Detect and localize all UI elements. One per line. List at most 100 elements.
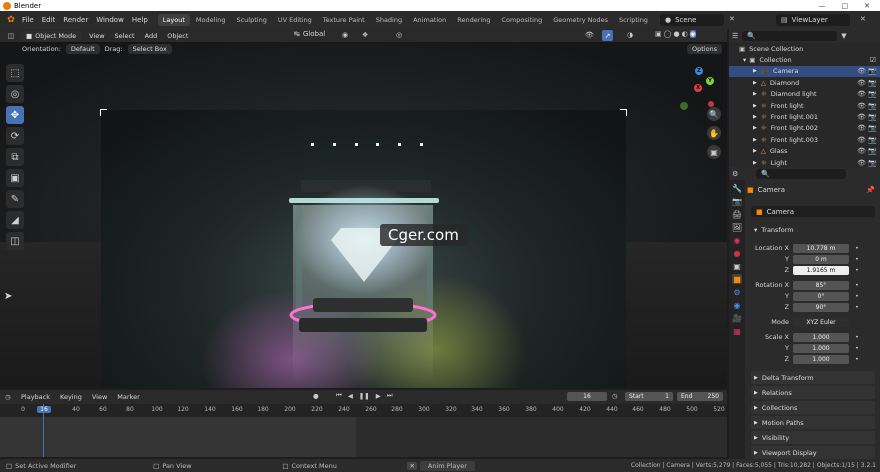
- timeline-track[interactable]: [0, 404, 727, 457]
- minimize-icon[interactable]: —: [819, 2, 826, 10]
- pan-hand-icon[interactable]: ✋: [707, 126, 721, 140]
- location-y-field[interactable]: 0 m: [793, 254, 849, 264]
- scale-y-field[interactable]: 1.000: [793, 343, 849, 353]
- maximize-icon[interactable]: □: [842, 2, 849, 10]
- options-button[interactable]: Options: [687, 44, 723, 54]
- keyframe-dot-icon[interactable]: •: [855, 333, 859, 341]
- tab-texture-paint[interactable]: Texture Paint: [318, 14, 370, 26]
- add-cube-tool-icon[interactable]: ◫: [6, 232, 24, 250]
- keyframe-dot-icon[interactable]: •: [855, 244, 859, 252]
- solid-shading-icon[interactable]: ●: [673, 30, 679, 38]
- camera-render-icon[interactable]: 📷: [868, 79, 877, 87]
- menu-window[interactable]: Window: [92, 16, 128, 24]
- scale-x-field[interactable]: 1.000: [793, 332, 849, 342]
- outliner-collection[interactable]: ▾ ▣ Collection ☑: [729, 54, 880, 65]
- panel-delta-transform[interactable]: ▶ Delta Transform: [751, 371, 875, 384]
- render-tab-icon[interactable]: 📷: [732, 196, 742, 206]
- blender-menu-icon[interactable]: ✿: [4, 15, 18, 25]
- keyframe-dot-icon[interactable]: •: [855, 292, 859, 300]
- outliner-item[interactable]: ▶ 🎥 Camera 👁 📷: [729, 65, 880, 78]
- expand-arrow-icon[interactable]: ▶: [753, 103, 757, 109]
- eye-icon[interactable]: 👁: [857, 147, 866, 155]
- tab-scripting[interactable]: Scripting: [614, 14, 653, 26]
- orientation-dropdown[interactable]: Default: [65, 44, 100, 54]
- view-layer-tab-icon[interactable]: 🖼: [732, 222, 742, 232]
- editor-type-icon[interactable]: ◫: [4, 32, 18, 40]
- expand-arrow-icon[interactable]: ▶: [753, 125, 757, 131]
- zoom-icon[interactable]: 🔍: [707, 107, 721, 121]
- expand-arrow-icon[interactable]: ▶: [753, 68, 757, 74]
- gizmo-x-axis[interactable]: X: [694, 84, 702, 92]
- tab-geometry-nodes[interactable]: Geometry Nodes: [548, 14, 613, 26]
- eye-icon[interactable]: 👁: [857, 124, 866, 132]
- pin-icon[interactable]: 📌: [866, 186, 875, 194]
- location-z-field[interactable]: 1.9165 m: [793, 265, 849, 275]
- gizmo-neg-y[interactable]: [680, 102, 688, 110]
- camera-render-icon[interactable]: 📷: [868, 102, 877, 110]
- jump-start-icon[interactable]: ⏮: [336, 391, 342, 400]
- measure-tool-icon[interactable]: ◢: [6, 211, 24, 229]
- properties-editor-icon[interactable]: ⚙: [732, 170, 738, 178]
- eye-icon[interactable]: 👁: [857, 90, 866, 98]
- outliner-search-input[interactable]: 🔍: [742, 31, 838, 41]
- close-scene-icon[interactable]: ✕: [729, 15, 735, 23]
- expand-arrow-icon[interactable]: ▶: [753, 91, 757, 97]
- outliner-scene-collection[interactable]: ▣ Scene Collection: [729, 43, 880, 54]
- tab-shading[interactable]: Shading: [371, 14, 407, 26]
- expand-arrow-icon[interactable]: ▶: [753, 114, 757, 120]
- gizmo-y-axis[interactable]: Y: [706, 77, 714, 85]
- rotation-x-field[interactable]: 85°: [793, 280, 849, 290]
- expand-arrow-icon[interactable]: ▾: [743, 56, 746, 64]
- keyframe-dot-icon[interactable]: •: [855, 344, 859, 352]
- panel-relations[interactable]: ▶ Relations: [751, 386, 875, 399]
- transform-tool-icon[interactable]: ▣: [6, 169, 24, 187]
- rotate-tool-icon[interactable]: ⟳: [6, 127, 24, 145]
- outliner-item[interactable]: ▶ ☼ Front light.003 👁 📷: [729, 134, 880, 145]
- 3d-viewport[interactable]: Cger.com ⬚ ◎ ✥ ⟳ ⧉ ▣ ✎ ◢ ◫ ➤ Z Y X 🔍 ✋ ▣: [0, 42, 727, 388]
- current-frame-field[interactable]: 16: [567, 392, 607, 401]
- drag-dropdown[interactable]: Select Box: [127, 44, 172, 54]
- current-frame-marker[interactable]: 16: [37, 406, 51, 413]
- playhead[interactable]: [43, 404, 44, 457]
- pivot-icon[interactable]: ◉: [342, 31, 348, 39]
- timeline-menu-playback[interactable]: Playback: [16, 393, 55, 401]
- view-layer-selector[interactable]: ▤ ViewLayer: [776, 14, 850, 26]
- expand-arrow-icon[interactable]: ▶: [753, 148, 757, 154]
- wireframe-shading-icon[interactable]: ◯: [664, 30, 672, 38]
- camera-render-icon[interactable]: 📷: [868, 67, 877, 75]
- output-tab-icon[interactable]: 🖨: [732, 209, 742, 219]
- next-keyframe-icon[interactable]: ▶: [376, 392, 381, 400]
- timeline-menu-marker[interactable]: Marker: [112, 393, 144, 401]
- collection-tab-icon[interactable]: ▣: [732, 261, 742, 271]
- eye-icon[interactable]: 👁: [857, 102, 866, 110]
- menu-file[interactable]: File: [18, 16, 38, 24]
- timeline-menu-keying[interactable]: Keying: [55, 393, 87, 401]
- checkbox-icon[interactable]: ☑: [870, 56, 876, 64]
- rotation-y-field[interactable]: 0°: [793, 291, 849, 301]
- outliner-item[interactable]: ▶ △ Glass 👁 📷: [729, 146, 880, 157]
- modifier-tab-icon[interactable]: ⚙: [732, 287, 742, 297]
- prev-keyframe-icon[interactable]: ◀: [348, 392, 353, 400]
- jump-end-icon[interactable]: ⏭: [387, 391, 393, 400]
- end-frame-field[interactable]: End 250: [677, 392, 723, 401]
- panel-collections[interactable]: ▶ Collections: [751, 401, 875, 414]
- world-tab-icon[interactable]: ●: [732, 248, 742, 258]
- expand-arrow-icon[interactable]: ▶: [753, 80, 757, 86]
- pause-icon[interactable]: ❚❚: [359, 392, 370, 400]
- rotation-z-field[interactable]: 90°: [793, 302, 849, 312]
- keyframe-dot-icon[interactable]: •: [855, 281, 859, 289]
- texture-tab-icon[interactable]: ▦: [732, 326, 742, 336]
- record-icon[interactable]: ●: [313, 392, 319, 400]
- object-name-field[interactable]: ■ Camera: [751, 206, 875, 217]
- properties-search-input[interactable]: 🔍: [756, 168, 847, 179]
- gizmo-z-axis[interactable]: Z: [695, 67, 703, 75]
- rotation-mode-dropdown[interactable]: XYZ Euler: [793, 317, 849, 327]
- viewport-menu-add[interactable]: Add: [140, 32, 163, 40]
- rendered-shading-icon[interactable]: ◉: [689, 30, 696, 38]
- camera-data-tab-icon[interactable]: 🎥: [732, 313, 742, 323]
- expand-arrow-icon[interactable]: ▶: [753, 137, 757, 143]
- eye-icon[interactable]: 👁: [857, 67, 866, 75]
- eye-icon[interactable]: 👁: [857, 136, 866, 144]
- panel-visibility[interactable]: ▶ Visibility: [751, 431, 875, 444]
- clock-icon[interactable]: ◷: [612, 392, 618, 400]
